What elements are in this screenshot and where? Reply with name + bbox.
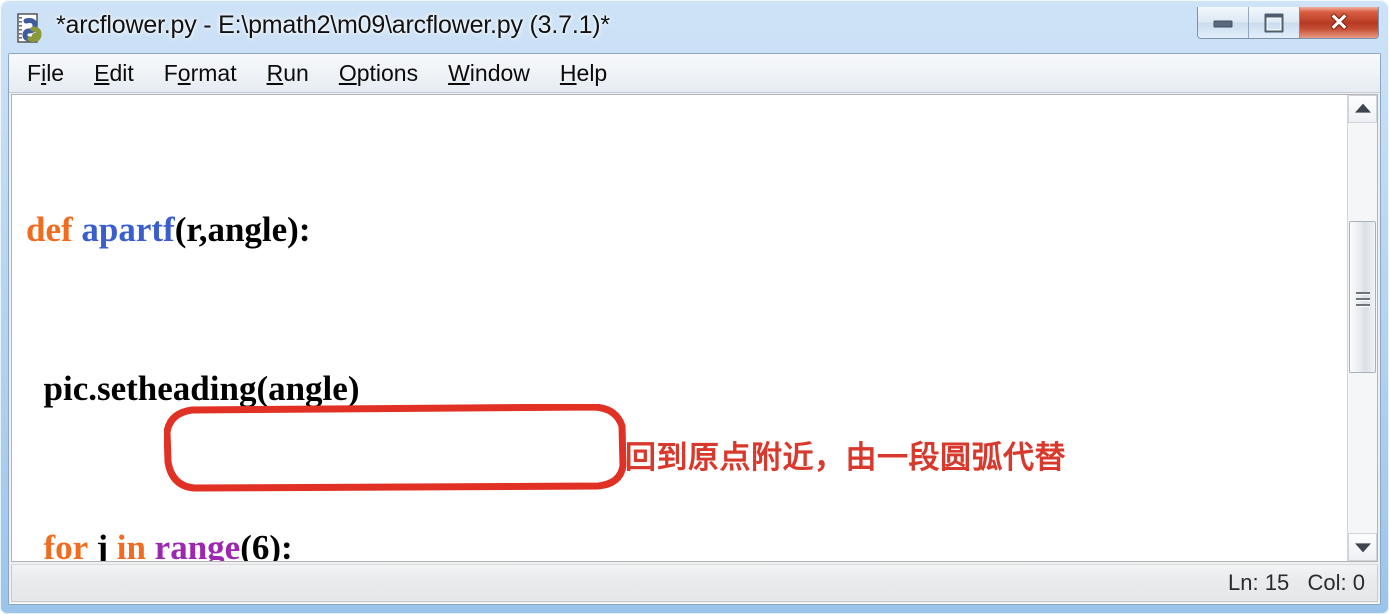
menu-options-post: ptions [356,59,419,86]
menu-item-help[interactable]: Help [559,59,608,86]
menu-window-mnemonic: W [448,59,470,86]
chevron-down-icon [1354,543,1371,553]
menu-help-post: elp [576,59,608,86]
menu-item-run[interactable]: Run [266,59,309,86]
title-bar[interactable]: *arcflower.py - E:\pmath2\m09\arcflower.… [8,7,1381,55]
code-line-3: for j in range(6): [26,521,1343,562]
menu-bar: File Edit Format Run Options Window Help [9,54,1380,93]
token-line3-rest: (6): [240,528,293,562]
grip-line-2 [1355,298,1370,301]
token-for: for [43,528,88,562]
menu-format-post: rmat [190,59,237,86]
chevron-up-icon [1354,103,1371,113]
menu-run-mnemonic: R [266,59,284,86]
token-j: j [96,528,108,562]
code-editor[interactable]: def apartf(r,angle): pic.setheading(angl… [11,94,1378,562]
menu-help-mnemonic: H [559,59,577,86]
menu-options-mnemonic: O [338,59,357,86]
menu-file-post: le [46,59,65,86]
menu-item-format[interactable]: Format [163,59,237,86]
menu-edit-post: dit [109,59,134,86]
token-line1-rest: (r,angle): [174,210,311,249]
menu-file-pre: F [27,59,42,86]
menu-item-file[interactable]: File [27,59,65,86]
menu-run-post: un [283,59,309,86]
menu-window-post: indow [469,59,530,86]
grip-line-1 [1355,292,1370,295]
menu-item-edit[interactable]: Edit [94,59,134,86]
token-line2: pic.setheading(angle) [43,369,360,408]
token-def: def [26,210,73,249]
caption-buttons: ✕ [1197,7,1379,39]
token-apartf: apartf [81,210,175,249]
minimize-icon [1213,20,1233,28]
scroll-up-button[interactable] [1348,95,1377,123]
maximize-button[interactable] [1248,7,1299,38]
scrollbar-thumb[interactable] [1349,221,1376,373]
scroll-down-button[interactable] [1348,533,1377,561]
idle-editor-window: *arcflower.py - E:\pmath2\m09\arcflower.… [0,0,1389,614]
menu-format-mnemonic: o [177,59,191,86]
status-bar: Ln: 15 Col: 0 [11,564,1378,602]
cursor-position-status: Ln: 15 Col: 0 [1228,570,1365,595]
client-area: File Edit Format Run Options Window Help… [8,53,1381,605]
token-range: range [154,528,241,562]
maximize-icon [1264,13,1284,32]
window-title: *arcflower.py - E:\pmath2\m09\arcflower.… [56,11,610,39]
window-inner: *arcflower.py - E:\pmath2\m09\arcflower.… [8,7,1381,605]
annotation-note-2: 下一个圆弧状图形的角度由left(150)生成 [444,561,1052,562]
grip-line-3 [1355,304,1370,307]
menu-edit-mnemonic: E [94,59,110,86]
token-in: in [116,528,146,562]
code-line-2: pic.setheading(angle) [26,362,1343,415]
menu-item-options[interactable]: Options [338,59,419,86]
idle-python-file-icon [14,12,48,46]
close-icon: ✕ [1329,9,1349,35]
minimize-button[interactable] [1198,7,1248,38]
close-button[interactable]: ✕ [1299,7,1378,38]
code-line-1: def apartf(r,angle): [26,203,1343,256]
code-text[interactable]: def apartf(r,angle): pic.setheading(angl… [26,97,1343,561]
menu-item-window[interactable]: Window [448,59,530,86]
vertical-scrollbar[interactable] [1347,95,1377,561]
menu-format-pre: F [163,59,178,86]
